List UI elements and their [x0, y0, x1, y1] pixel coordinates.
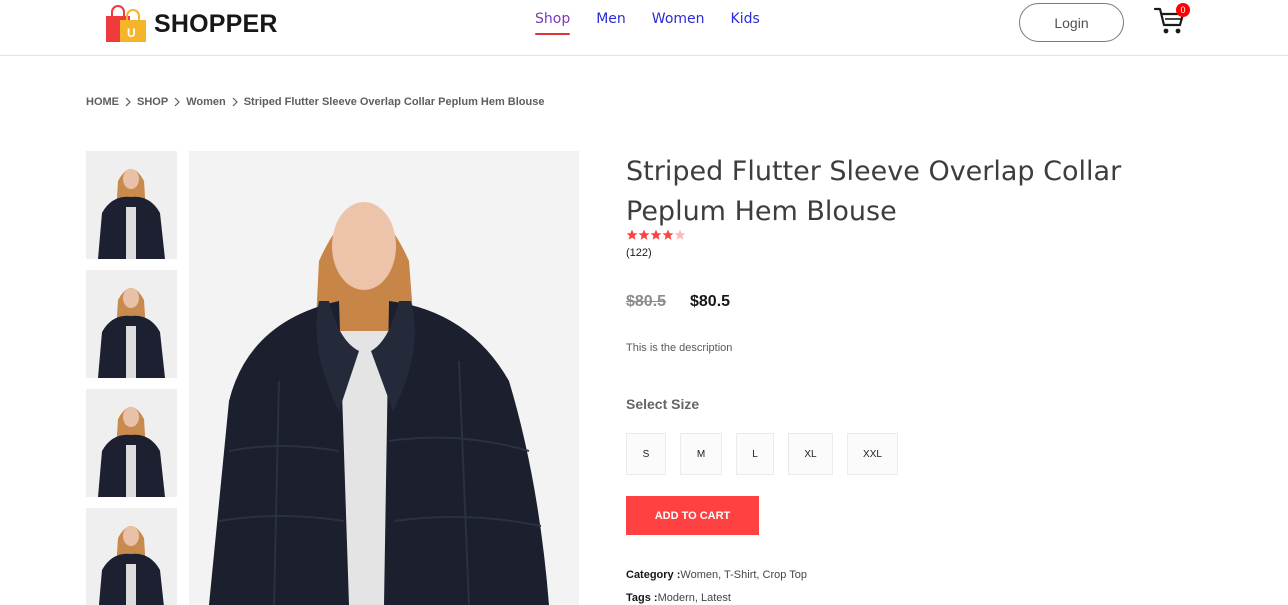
- size-option-xl[interactable]: XL: [788, 433, 833, 475]
- breadcrumb-product: Striped Flutter Sleeve Overlap Collar Pe…: [243, 96, 545, 108]
- size-option-xxl[interactable]: XXL: [847, 433, 898, 475]
- main-nav: Shop Men Women Kids: [522, 11, 773, 35]
- product-description: This is the description: [626, 342, 733, 354]
- size-option-s[interactable]: S: [626, 433, 666, 475]
- size-option-l[interactable]: L: [736, 433, 774, 475]
- size-option-m[interactable]: M: [680, 433, 722, 475]
- size-label: Select Size: [626, 396, 700, 412]
- star-icon: [674, 229, 686, 240]
- login-button[interactable]: Login: [1019, 3, 1124, 42]
- breadcrumb-shop[interactable]: SHOP: [137, 96, 168, 108]
- product-thumbnail[interactable]: [86, 389, 177, 497]
- product-thumbnail[interactable]: [86, 151, 177, 259]
- nav-item-kids[interactable]: Kids: [718, 11, 773, 27]
- add-to-cart-button[interactable]: ADD TO CART: [626, 496, 759, 535]
- breadcrumb: HOME SHOP Women Striped Flutter Sleeve O…: [86, 96, 544, 108]
- nav-item-women[interactable]: Women: [639, 11, 718, 27]
- size-options: S M L XL XXL: [626, 433, 912, 475]
- product-thumbnail[interactable]: [86, 508, 177, 605]
- shopping-bags-icon: U: [106, 4, 148, 44]
- svg-text:U: U: [127, 26, 136, 40]
- nav-item-shop[interactable]: Shop: [522, 11, 583, 35]
- navbar: U SHOPPER Shop Men Women Kids Login 0: [0, 0, 1288, 56]
- review-count: (122): [626, 247, 652, 259]
- tags-value: Modern, Latest: [657, 592, 731, 604]
- tags-label: Tags :: [626, 592, 658, 604]
- category-value: Women, T-Shirt, Crop Top: [680, 569, 807, 581]
- chevron-right-icon: [232, 97, 238, 107]
- product-title: Striped Flutter Sleeve Overlap Collar Pe…: [626, 156, 1122, 227]
- rating-stars: [626, 229, 686, 241]
- product-tags: Tags :Modern, Latest: [626, 592, 731, 604]
- thumbnail-list: [86, 151, 177, 605]
- chevron-right-icon: [125, 97, 131, 107]
- cart-count-badge: 0: [1176, 3, 1190, 17]
- old-price: $80.5: [626, 293, 667, 310]
- star-icon: [662, 229, 674, 240]
- new-price: $80.5: [690, 293, 731, 310]
- product-thumbnail[interactable]: [86, 270, 177, 378]
- star-icon: [626, 229, 638, 240]
- brand-logo[interactable]: U SHOPPER: [106, 4, 278, 44]
- chevron-right-icon: [174, 97, 181, 107]
- brand-name: SHOPPER: [154, 9, 278, 38]
- product-main-image: [189, 151, 579, 605]
- star-icon: [638, 229, 650, 240]
- breadcrumb-women[interactable]: Women: [186, 96, 226, 108]
- breadcrumb-home[interactable]: HOME: [86, 96, 119, 108]
- product-category: Category :Women, T-Shirt, Crop Top: [626, 569, 807, 581]
- nav-item-men[interactable]: Men: [583, 11, 639, 27]
- star-icon: [650, 229, 662, 240]
- category-label: Category :: [626, 569, 681, 581]
